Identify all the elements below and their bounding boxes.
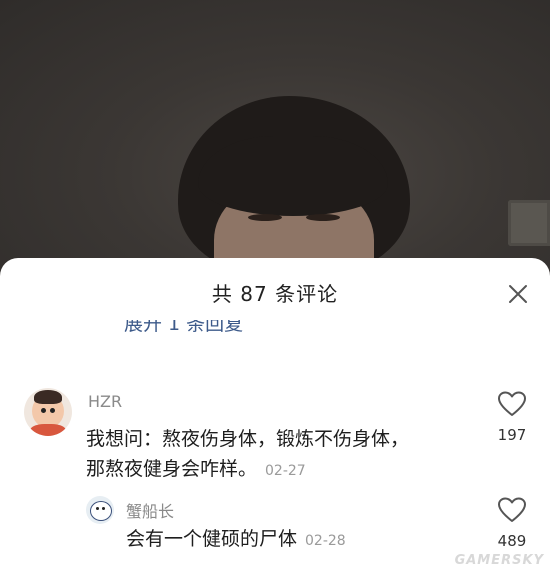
reply-text[interactable]: 会有一个健硕的尸体 02-28 bbox=[126, 524, 346, 556]
like-count: 197 bbox=[497, 426, 527, 444]
reply-like-button[interactable]: 489 bbox=[482, 496, 542, 550]
comment-text[interactable]: 我想问：熬夜伤身体，锻炼不伤身体， 那熬夜健身会咋样。 02-27 bbox=[86, 424, 409, 486]
comment-username[interactable]: HZR bbox=[88, 392, 122, 411]
avatar[interactable] bbox=[24, 388, 72, 436]
reply-like-count: 489 bbox=[497, 532, 527, 550]
reply-username[interactable]: 蟹船长 bbox=[126, 498, 174, 522]
expand-replies-link[interactable]: 展开 1 条回复 bbox=[124, 320, 243, 332]
reply-date: 02-28 bbox=[305, 533, 346, 549]
comment-date: 02-27 bbox=[265, 463, 306, 479]
comment-sheet: 共 87 条评论 展开 1 条回复 HZR 我想问：熬夜伤身体，锻炼不伤身体， … bbox=[0, 258, 550, 574]
like-button[interactable]: 197 bbox=[482, 390, 542, 444]
comment-text-line-2: 那熬夜健身会咋样。 bbox=[86, 458, 258, 480]
wall-switch bbox=[508, 200, 550, 246]
sheet-header: 共 87 条评论 展开 1 条回复 bbox=[0, 258, 550, 332]
comment-text-line-1: 我想问：熬夜伤身体，锻炼不伤身体， bbox=[86, 428, 410, 450]
close-icon[interactable] bbox=[506, 282, 530, 306]
video-background[interactable] bbox=[0, 0, 550, 290]
comment-count-title: 共 87 条评论 bbox=[211, 282, 339, 306]
reply-avatar[interactable] bbox=[86, 496, 114, 524]
watermark: GAMERSKY bbox=[454, 553, 544, 568]
heart-icon[interactable] bbox=[497, 390, 527, 418]
heart-icon[interactable] bbox=[497, 496, 527, 524]
reply-text-content: 会有一个健硕的尸体 bbox=[126, 528, 298, 550]
